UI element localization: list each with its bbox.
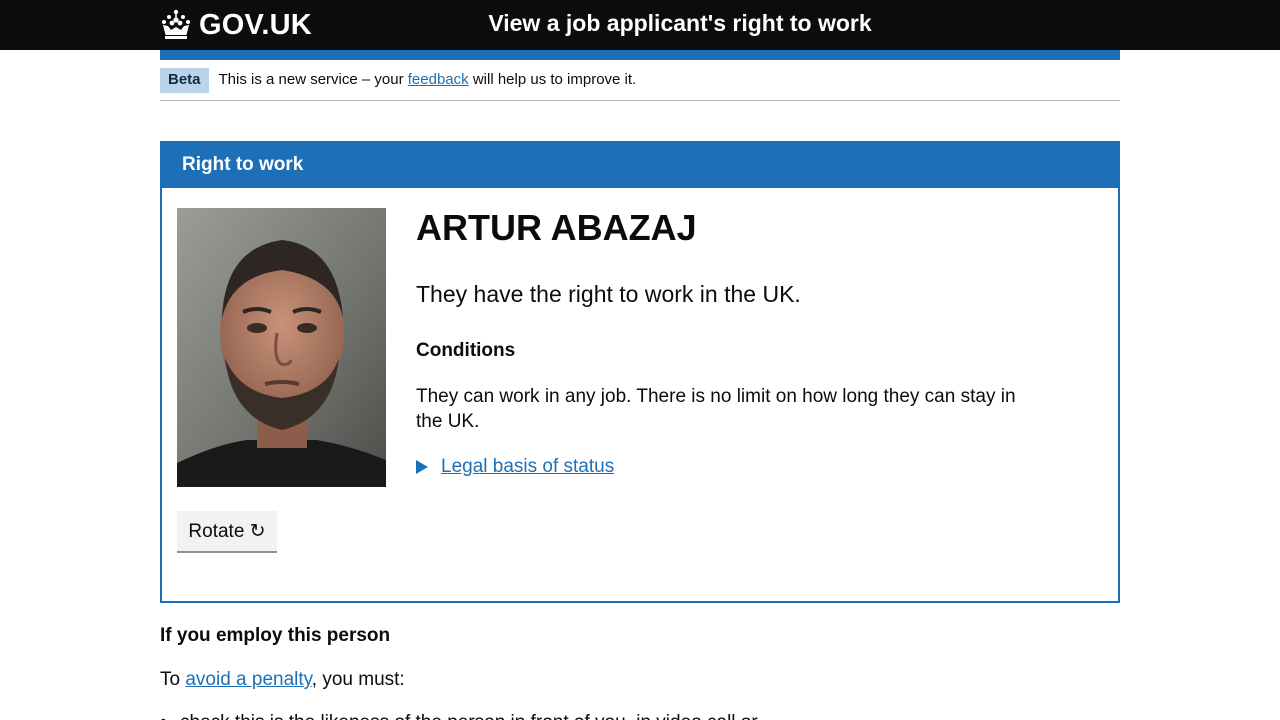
govuk-logo-link[interactable]: GOV.UK	[160, 6, 312, 44]
phase-text-after: will help us to improve it.	[468, 71, 637, 88]
phase-text-before: This is a new service – your	[218, 71, 408, 88]
site-header: GOV.UK View a job applicant's right to w…	[0, 0, 1280, 50]
right-to-work-status: They have the right to work in the UK.	[416, 281, 801, 307]
phase-banner: Beta This is a new service – your feedba…	[160, 68, 1120, 101]
person-name: ARTUR ABAZAJ	[416, 207, 697, 248]
legal-basis-details[interactable]: Legal basis of status	[416, 456, 614, 478]
crown-icon	[162, 9, 190, 39]
right-to-work-panel: Right to work Rotate ↻ ARTUR ABAZAJ They…	[160, 141, 1120, 603]
penalty-intro: To avoid a penalty, you must:	[160, 669, 405, 691]
panel-title: Right to work	[162, 143, 1118, 188]
penalty-intro-before: To	[160, 669, 186, 690]
logo-text: GOV.UK	[199, 8, 312, 41]
legal-basis-link[interactable]: Legal basis of status	[441, 456, 614, 478]
person-photo-icon	[177, 208, 386, 487]
penalty-intro-after: , you must:	[311, 669, 405, 690]
header-blue-strip	[160, 50, 1120, 60]
phase-banner-text: This is a new service – your feedback wi…	[219, 68, 637, 92]
conditions-text: They can work in any job. There is no li…	[416, 386, 1016, 432]
employ-heading: If you employ this person	[160, 625, 391, 646]
avoid-penalty-link[interactable]: avoid a penalty	[185, 669, 311, 690]
conditions-heading: Conditions	[416, 340, 516, 361]
expand-triangle-icon[interactable]	[416, 460, 428, 474]
beta-tag: Beta	[160, 68, 209, 93]
feedback-link[interactable]: feedback	[408, 71, 469, 88]
rotate-button[interactable]: Rotate ↻	[177, 511, 277, 551]
service-name[interactable]: View a job applicant's right to work	[440, 10, 920, 37]
employ-list-item: check this is the likeness of the person…	[160, 712, 758, 720]
applicant-photo	[177, 208, 386, 487]
